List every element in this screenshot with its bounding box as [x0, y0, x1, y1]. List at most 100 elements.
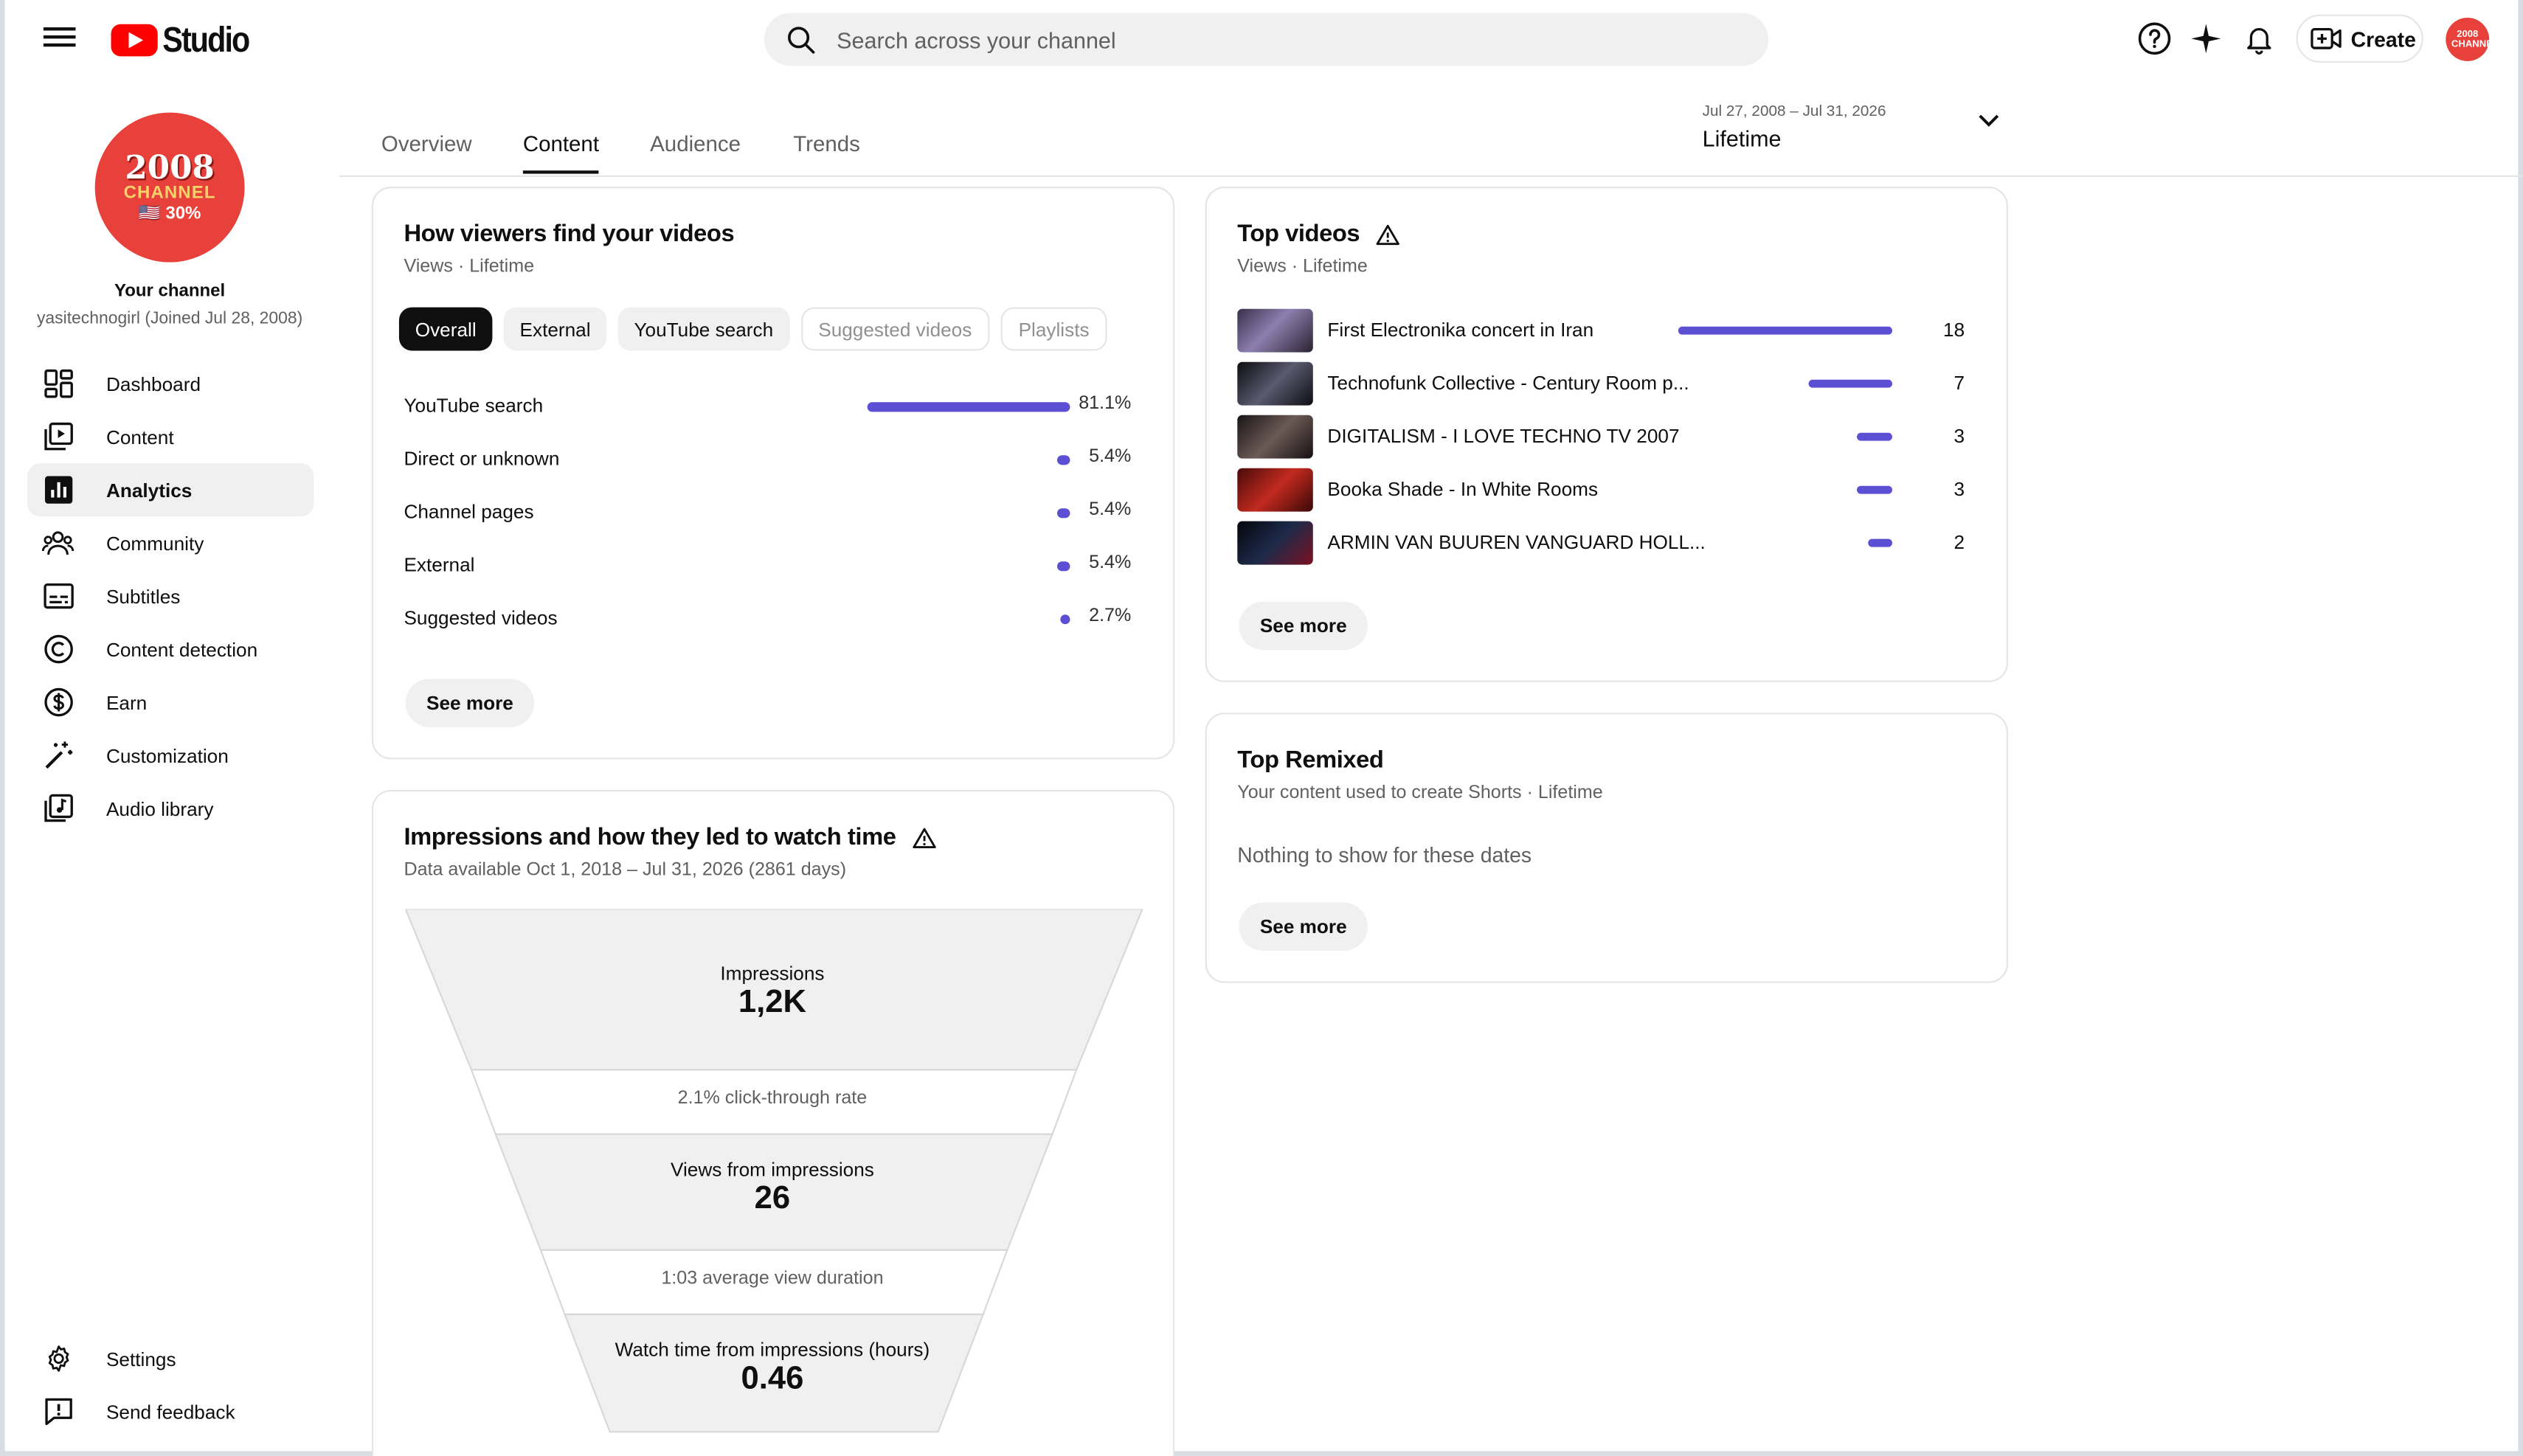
video-views-value: 2: [1953, 530, 1965, 554]
funnel-impressions: Impressions 1,2K: [406, 962, 1140, 1022]
traffic-source-label: YouTube search: [404, 394, 544, 417]
traffic-source-label: Channel pages: [404, 500, 534, 523]
channel-avatar-year: 2008: [125, 148, 215, 187]
traffic-source-bar: [1056, 561, 1070, 572]
video-title[interactable]: Booka Shade - In White Rooms: [1327, 478, 1598, 501]
tab-content[interactable]: Content: [522, 132, 600, 174]
sidebar-item-community[interactable]: Community: [27, 516, 314, 569]
top-video-row[interactable]: Booka Shade - In White Rooms 3: [1237, 468, 1965, 513]
analytics-tabs: Overview Content Audience Trends Jul 27,…: [339, 77, 2523, 177]
feedback-icon: [42, 1396, 75, 1428]
search-input[interactable]: [837, 26, 1674, 52]
sidebar-item-label: Dashboard: [105, 372, 201, 395]
top-remixed-subtitle: Your content used to create Shorts · Lif…: [1237, 783, 1603, 803]
sidebar-item-subtitles[interactable]: Subtitles: [27, 569, 314, 623]
top-remixed-see-more-button[interactable]: See more: [1239, 902, 1368, 951]
top-videos-see-more-button[interactable]: See more: [1239, 601, 1368, 651]
traffic-source-percent: 2.7%: [1089, 606, 1132, 626]
sidebar-item-label: Content detection: [105, 637, 258, 661]
sidebar-item-content[interactable]: Content: [27, 410, 314, 463]
traffic-sources-card: How viewers find your videos Views · Lif…: [371, 187, 1175, 760]
video-title[interactable]: DIGITALISM - I LOVE TECHNO TV 2007: [1327, 425, 1679, 448]
video-title[interactable]: ARMIN VAN BUUREN VANGUARD HOLL...: [1327, 531, 1705, 554]
video-views-bar: [1678, 326, 1892, 335]
top-video-row[interactable]: DIGITALISM - I LOVE TECHNO TV 2007 3: [1237, 415, 1965, 460]
chip-playlists[interactable]: Playlists: [1000, 307, 1107, 351]
search-bar[interactable]: [764, 13, 1769, 66]
sidebar-item-dashboard[interactable]: Dashboard: [27, 357, 314, 410]
sidebar-item-earn[interactable]: Earn: [27, 676, 314, 729]
studio-window: Studio Create 2008 CHANNEL 2008 CHANNEL …: [0, 0, 2523, 1456]
dollar-icon: [42, 686, 75, 718]
video-thumbnail[interactable]: [1237, 308, 1313, 353]
sidebar-item-audio-library[interactable]: Audio library: [27, 782, 314, 835]
top-video-row[interactable]: ARMIN VAN BUUREN VANGUARD HOLL... 2: [1237, 521, 1965, 566]
sparkle-icon[interactable]: [2187, 19, 2225, 58]
traffic-source-bar: [1056, 455, 1070, 465]
traffic-source-chips: Overall External YouTube search Suggeste…: [398, 307, 1107, 351]
traffic-source-bar: [867, 402, 1070, 412]
views-label: Views from impressions: [670, 1158, 874, 1181]
warning-icon[interactable]: [912, 826, 936, 849]
video-views-value: 3: [1953, 424, 1965, 448]
notifications-bell-icon[interactable]: [2240, 19, 2278, 58]
chip-suggested-videos[interactable]: Suggested videos: [800, 307, 990, 351]
funnel-views: Views from impressions 26: [406, 1158, 1140, 1218]
sidebar-item-analytics[interactable]: Analytics: [27, 463, 314, 517]
menu-icon[interactable]: [43, 23, 76, 55]
gear-icon: [42, 1342, 75, 1375]
chip-youtube-search[interactable]: YouTube search: [617, 307, 789, 351]
sidebar-item-send-feedback[interactable]: Send feedback: [27, 1385, 314, 1438]
traffic-source-percent: 5.4%: [1089, 553, 1132, 573]
video-title[interactable]: First Electronika concert in Iran: [1327, 319, 1593, 342]
community-icon: [41, 527, 75, 559]
top-videos-card: Top videos Views · Lifetime First Electr…: [1205, 187, 2009, 682]
video-views-value: 7: [1953, 371, 1965, 395]
traffic-source-bar: [1060, 614, 1070, 625]
top-videos-subtitle: Views · Lifetime: [1237, 257, 1368, 277]
funnel-watch-time: Watch time from impressions (hours) 0.46: [406, 1339, 1140, 1398]
traffic-source-row[interactable]: Direct or unknown 5.4%: [404, 444, 1131, 476]
sidebar-item-settings[interactable]: Settings: [27, 1332, 314, 1385]
traffic-source-row[interactable]: Suggested videos 2.7%: [404, 603, 1131, 636]
traffic-source-row[interactable]: External 5.4%: [404, 550, 1131, 583]
sidebar-nav: Dashboard Content Analytics Community Su…: [27, 357, 314, 835]
sidebar-item-label: Subtitles: [105, 584, 181, 608]
traffic-source-label: Suggested videos: [404, 606, 558, 629]
video-thumbnail[interactable]: [1237, 361, 1313, 406]
traffic-source-row[interactable]: Channel pages 5.4%: [404, 497, 1131, 530]
traffic-source-row[interactable]: YouTube search 81.1%: [404, 391, 1131, 423]
video-add-icon: [2311, 27, 2342, 49]
tab-audience[interactable]: Audience: [650, 132, 741, 156]
create-label: Create: [2350, 26, 2416, 51]
channel-avatar[interactable]: 2008 CHANNEL 🇺🇸 30%: [94, 112, 245, 263]
account-avatar[interactable]: 2008 CHANNEL: [2446, 17, 2499, 61]
sidebar-item-content-detection[interactable]: Content detection: [27, 623, 314, 676]
date-range-picker[interactable]: Jul 27, 2008 – Jul 31, 2026 Lifetime: [1703, 103, 1886, 151]
traffic-sources-see-more-button[interactable]: See more: [405, 679, 535, 727]
channel-meta: yasitechnogirl (Joined Jul 28, 2008): [36, 308, 303, 328]
search-icon: [788, 26, 815, 53]
help-icon[interactable]: [2135, 19, 2173, 58]
tab-trends[interactable]: Trends: [793, 132, 860, 156]
tab-overview[interactable]: Overview: [381, 132, 472, 156]
top-video-row[interactable]: Technofunk Collective - Century Room p..…: [1237, 361, 1965, 407]
chevron-down-icon[interactable]: [1978, 113, 2001, 129]
warning-icon[interactable]: [1376, 223, 1400, 246]
studio-logo[interactable]: Studio: [111, 19, 263, 61]
chip-overall[interactable]: Overall: [398, 307, 493, 351]
sidebar-item-customization[interactable]: Customization: [27, 729, 314, 782]
video-title[interactable]: Technofunk Collective - Century Room p..…: [1327, 372, 1689, 395]
channel-avatar-percent: 🇺🇸 30%: [138, 203, 201, 223]
video-thumbnail[interactable]: [1237, 521, 1313, 565]
video-thumbnail[interactable]: [1237, 468, 1313, 512]
watch-time-label: Watch time from impressions (hours): [615, 1338, 930, 1362]
create-button[interactable]: Create: [2296, 14, 2423, 63]
impressions-value: 1,2K: [738, 984, 807, 1020]
traffic-source-percent: 81.1%: [1079, 394, 1132, 414]
chip-external[interactable]: External: [503, 307, 607, 351]
video-thumbnail[interactable]: [1237, 415, 1313, 459]
views-value: 26: [754, 1180, 791, 1216]
top-videos-title-wrap: Top videos: [1237, 221, 1400, 248]
top-video-row[interactable]: First Electronika concert in Iran 18: [1237, 308, 1965, 354]
